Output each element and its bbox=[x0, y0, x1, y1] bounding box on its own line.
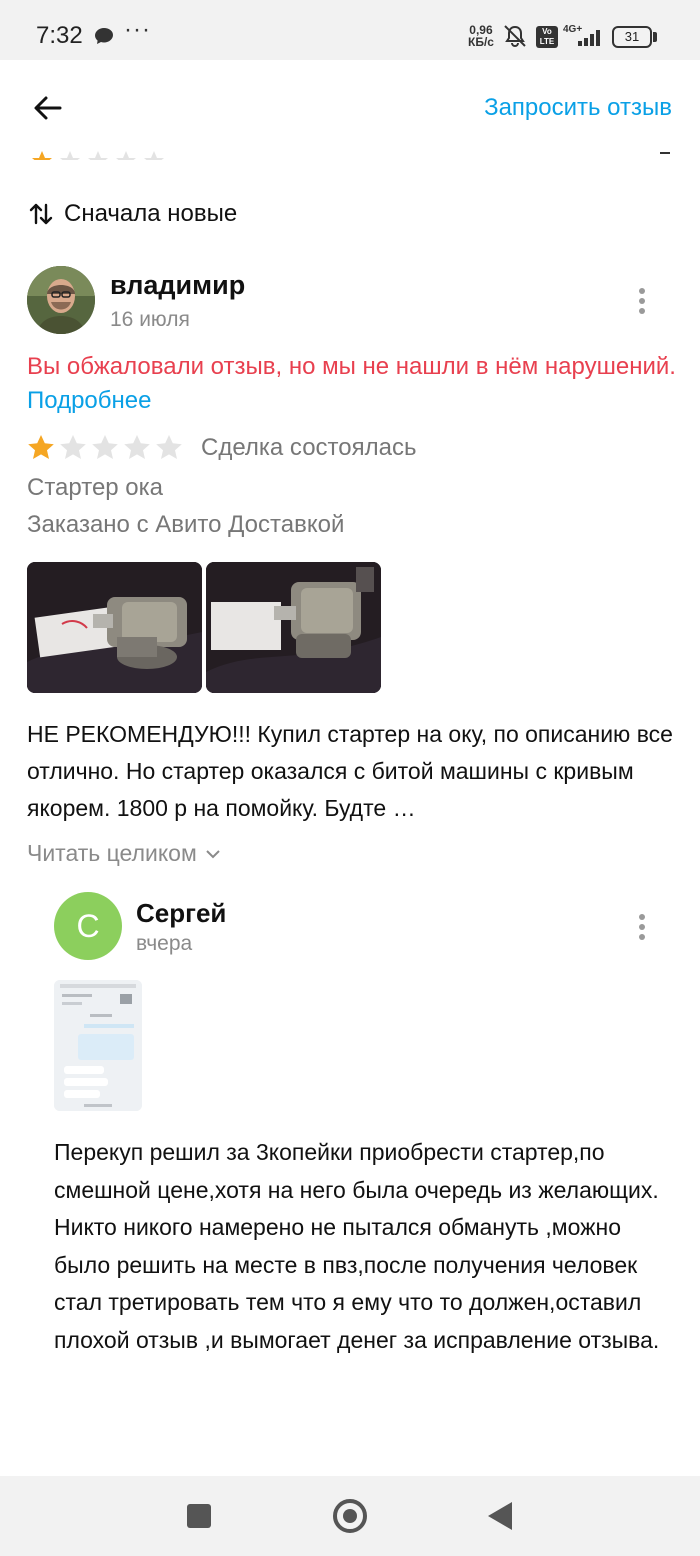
request-review-button[interactable]: Запросить отзыв bbox=[484, 94, 672, 122]
complaint-text: Вы обжаловали отзыв, но мы не нашли в нё… bbox=[27, 353, 676, 380]
sort-label: Сначала новые bbox=[64, 200, 238, 227]
chat-bubble-icon bbox=[95, 28, 113, 44]
item-title: Стартер ока bbox=[27, 474, 164, 501]
reply-screenshot-thumbnail[interactable] bbox=[54, 980, 142, 1111]
system-back-icon[interactable] bbox=[488, 1502, 512, 1530]
status-bar: 7:32 ··· 0,96 КБ/с Vo LTE 4G+ 31 bbox=[0, 0, 700, 60]
read-more-label: Читать целиком bbox=[27, 840, 197, 866]
reply-author[interactable]: Сергей bbox=[136, 898, 226, 929]
app-header: Запросить отзыв bbox=[0, 60, 700, 152]
reply-avatar[interactable]: С bbox=[54, 892, 122, 960]
review-text: НЕ РЕКОМЕНДУЮ!!! Купил стартер на оку, п… bbox=[27, 721, 673, 821]
status-time: 7:32 bbox=[36, 22, 83, 49]
avatar[interactable] bbox=[27, 266, 95, 334]
chevron-down-icon bbox=[206, 849, 220, 858]
review-author[interactable]: владимир bbox=[110, 270, 245, 301]
star-empty-icon bbox=[92, 435, 118, 459]
star-rating bbox=[27, 434, 187, 462]
mute-bell-icon bbox=[504, 25, 526, 47]
battery-icon: 31 bbox=[612, 26, 652, 48]
divider-peek bbox=[660, 152, 670, 154]
more-notifications-icon: ··· bbox=[124, 16, 151, 43]
complaint-details-link[interactable]: Подробнее bbox=[27, 387, 151, 414]
deal-status: Сделка состоялась bbox=[201, 434, 417, 461]
reply-date: вчера bbox=[136, 932, 193, 955]
star-filled-icon bbox=[28, 435, 54, 459]
rating-summary-peek bbox=[30, 150, 170, 160]
reply-text: Перекуп решил за 3копейки приобрести ста… bbox=[54, 1139, 660, 1353]
back-arrow-icon[interactable] bbox=[30, 90, 66, 126]
system-navigation-bar bbox=[0, 1476, 700, 1556]
review-photos bbox=[27, 562, 381, 693]
sort-arrows-icon bbox=[29, 203, 53, 225]
star-empty-icon bbox=[156, 435, 182, 459]
battery-tip bbox=[653, 32, 657, 42]
recents-icon[interactable] bbox=[187, 1504, 211, 1528]
review-rating-row: Сделка состоялась bbox=[27, 434, 416, 462]
review-date: 16 июля bbox=[110, 308, 190, 331]
read-more-link[interactable]: Читать целиком bbox=[27, 840, 223, 867]
review-photo[interactable] bbox=[27, 562, 202, 693]
review-more-icon[interactable] bbox=[638, 288, 646, 316]
volte-icon: Vo LTE bbox=[536, 26, 558, 48]
sort-control[interactable]: Сначала новые bbox=[28, 200, 237, 228]
complaint-notice: Вы обжаловали отзыв, но мы не нашли в нё… bbox=[27, 350, 677, 418]
home-icon[interactable] bbox=[333, 1499, 367, 1533]
delivery-info: Заказано с Авито Доставкой bbox=[27, 511, 345, 538]
reply-more-icon[interactable] bbox=[638, 914, 646, 942]
signal-icon bbox=[578, 30, 600, 46]
review-photo[interactable] bbox=[206, 562, 381, 693]
star-empty-icon bbox=[124, 435, 150, 459]
network-speed: 0,96 КБ/с bbox=[468, 23, 494, 49]
star-empty-icon bbox=[60, 435, 86, 459]
